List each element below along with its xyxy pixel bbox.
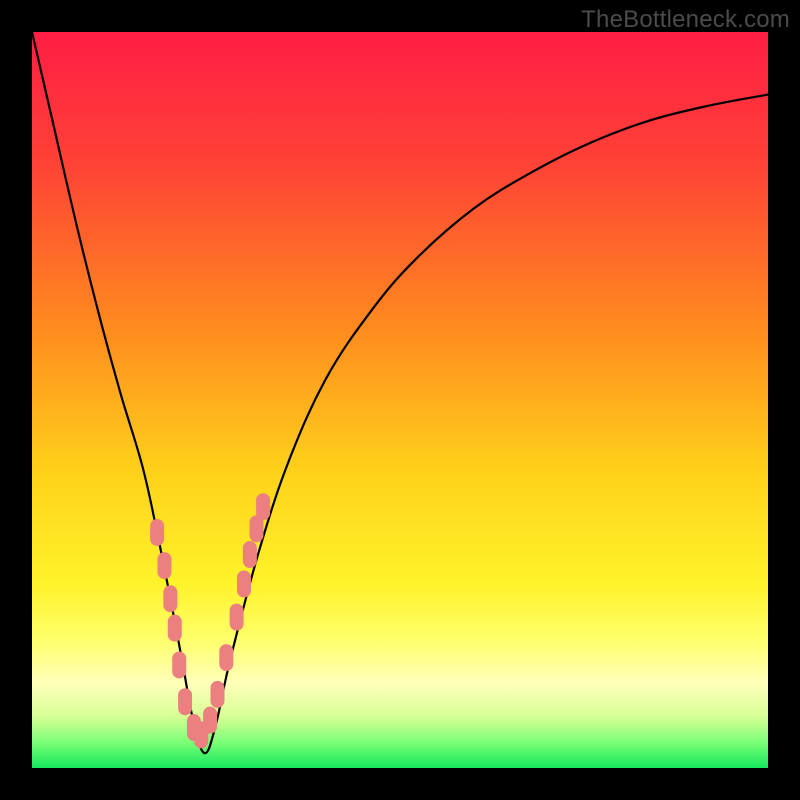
marker-point (243, 542, 256, 568)
watermark-text: TheBottleneck.com (581, 6, 790, 34)
plot-area (32, 32, 768, 768)
marker-point (211, 681, 224, 707)
marker-point (220, 645, 233, 671)
marker-point (168, 615, 181, 641)
marker-point (230, 604, 243, 630)
marker-point (151, 519, 164, 545)
marker-point (257, 494, 270, 520)
marker-point (204, 707, 217, 733)
marker-point (179, 689, 192, 715)
curve-layer (32, 32, 768, 768)
marker-point (237, 571, 250, 597)
marker-point (158, 553, 171, 579)
chart-frame: TheBottleneck.com (0, 0, 800, 800)
marker-group (151, 494, 270, 748)
bottleneck-curve (32, 32, 768, 753)
marker-point (164, 586, 177, 612)
marker-point (173, 652, 186, 678)
